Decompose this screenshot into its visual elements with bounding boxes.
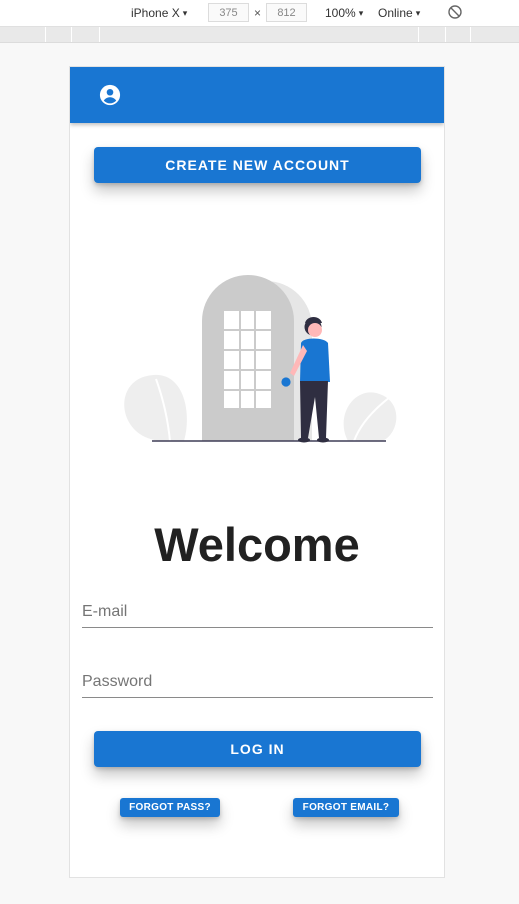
device-label: iPhone X	[131, 6, 180, 20]
email-input[interactable]	[82, 597, 433, 627]
forgot-pass-button[interactable]: FORGOT PASS?	[120, 798, 220, 817]
chevron-down-icon: ▾	[358, 7, 364, 18]
create-account-button[interactable]: CREATE NEW ACCOUNT	[94, 147, 421, 183]
welcome-title: Welcome	[154, 518, 360, 571]
zoom-select[interactable]: 100% ▾	[325, 6, 363, 20]
password-input[interactable]	[82, 667, 433, 697]
times-sign: ×	[254, 6, 262, 20]
welcome-illustration	[124, 275, 397, 443]
zoom-label: 100%	[325, 6, 356, 20]
media-query-bar	[0, 27, 519, 43]
forgot-email-button[interactable]: FORGOT EMAIL?	[293, 798, 399, 817]
account-circle-icon[interactable]	[99, 84, 121, 106]
chevron-down-icon: ▾	[415, 7, 421, 18]
password-field	[82, 667, 433, 698]
width-input[interactable]: 375	[208, 3, 249, 22]
device-select[interactable]: iPhone X ▾	[131, 6, 187, 20]
network-select[interactable]: Online ▾	[378, 6, 420, 20]
chevron-down-icon: ▾	[182, 7, 188, 18]
device-viewport: CREATE NEW ACCOUNT Welcome E-mail LOG IN…	[69, 66, 445, 878]
rotate-icon[interactable]	[447, 4, 463, 20]
app-bar	[70, 67, 444, 123]
devtools-toolbar: iPhone X ▾ 375 × 812 100% ▾ Online ▾	[0, 0, 519, 27]
email-field	[82, 597, 433, 628]
network-label: Online	[378, 6, 413, 20]
login-button[interactable]: LOG IN	[94, 731, 421, 767]
height-input[interactable]: 812	[266, 3, 307, 22]
